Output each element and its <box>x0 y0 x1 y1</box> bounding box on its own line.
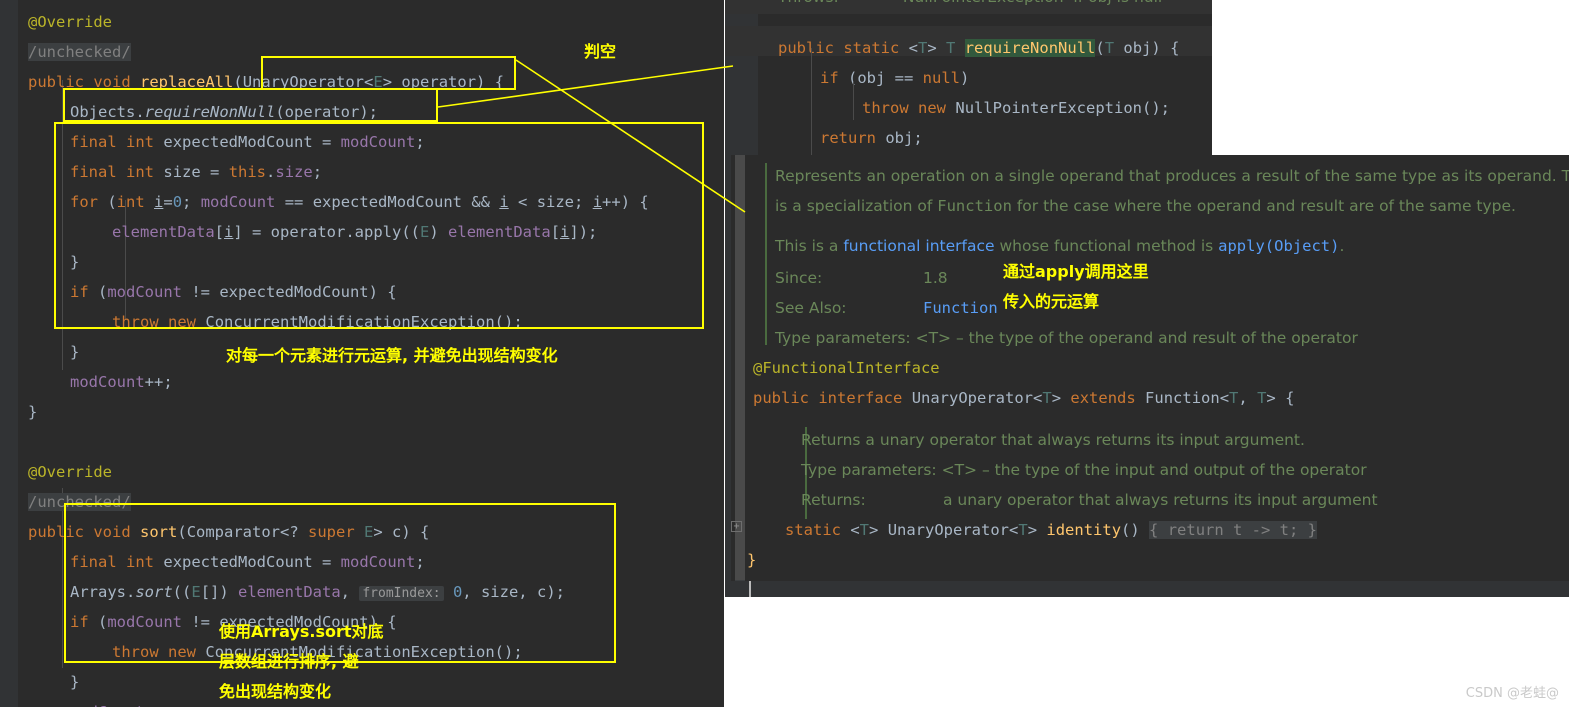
editor-gutter[interactable] <box>0 0 18 707</box>
throws-line: Throws: NullPointerException if obj is n… <box>778 0 1162 12</box>
code-line: modCount++; <box>70 697 173 707</box>
doc-text-post: . <box>1339 237 1345 255</box>
identity-declaration: static <T> UnaryOperator<T> identity() {… <box>785 521 1318 539</box>
doc-since-label: Since: <box>775 269 823 287</box>
fold-expand-icon[interactable]: + <box>731 521 742 532</box>
code-line: for (int i=0; modCount == expectedModCou… <box>70 193 649 211</box>
code-line: final int expectedModCount = modCount; <box>70 553 425 571</box>
doc-paragraph-1-line-2: is a specialization of Function for the … <box>775 191 1516 221</box>
doc-typeparams-label: Type parameters: <box>775 329 911 347</box>
code-line: throw new NullPointerException(); <box>862 99 1170 117</box>
code-line: public void sort(Comparator<? super E> c… <box>28 523 430 541</box>
annotation-text-pass-in-operator: 传入的元运算 <box>1003 292 1100 311</box>
doc-text: Represents an operation on a single oper… <box>731 155 1569 597</box>
code-line: final int expectedModCount = modCount; <box>70 133 425 151</box>
screenshot-root: @Override /unchecked/ public void replac… <box>0 0 1569 707</box>
code-line: Arrays.sort((E[]) elementData, fromIndex… <box>70 583 565 601</box>
code-line: return obj; <box>820 129 923 147</box>
indent-guide <box>811 48 812 155</box>
doc-typeparams: Type parameters: <T> – the type of the o… <box>775 323 1358 353</box>
annotation-text-layer-sort: 层数组进行排序, 避 <box>219 652 359 671</box>
doc-seealso-label: See Also: <box>775 299 847 317</box>
apply-object-link[interactable]: apply(Object) <box>1218 237 1339 255</box>
requirenonnull-code-popup[interactable]: Throws: NullPointerException if obj is n… <box>725 0 1212 155</box>
popup-code-text[interactable]: Throws: NullPointerException if obj is n… <box>725 0 1212 155</box>
code-line: if (obj == null) <box>820 69 970 87</box>
code-line: /unchecked/ <box>28 493 131 511</box>
doc-code-function: Function <box>937 197 1012 215</box>
interface-declaration: public interface UnaryOperator<T> extend… <box>753 389 1295 407</box>
doc-text-post: for the case where the operand and resul… <box>1011 197 1516 215</box>
annotation-text-each-element: 对每一个元素进行元运算, 并避免出现结构变化 <box>226 346 558 365</box>
code-line: @Override <box>28 463 112 481</box>
annotation-text-use-arrays-sort: 使用Arrays.sort对底 <box>219 622 384 641</box>
code-line: } <box>70 343 80 361</box>
code-line: Objects.requireNonNull(operator); <box>70 103 378 121</box>
doc-seealso-value[interactable]: Function <box>923 293 998 323</box>
identity-doc-returns-value: a unary operator that always returns its… <box>943 491 1378 509</box>
functional-interface-annotation: @FunctionalInterface <box>753 359 940 377</box>
doc-caret <box>749 581 751 597</box>
doc-paragraph-1-line-1: Represents an operation on a single oper… <box>775 167 1569 185</box>
annotation-text-apply-call: 通过apply调用这里 <box>1003 262 1149 281</box>
indent-guide <box>853 82 854 120</box>
interface-closing-brace: } <box>747 551 757 569</box>
param-hint: fromIndex: <box>359 586 444 601</box>
code-line: modCount++; <box>70 373 173 391</box>
javadoc-panel[interactable]: Represents an operation on a single oper… <box>725 155 1569 597</box>
code-line: elementData[i] = operator.apply((E) elem… <box>112 223 598 241</box>
functional-interface-link[interactable]: functional interface <box>843 237 994 255</box>
doc-typeparams-value: <T> – the type of the operand and result… <box>915 329 1358 347</box>
identity-doc-returns-label: Returns: <box>801 491 866 509</box>
code-line: /unchecked/ <box>28 43 131 61</box>
doc-text-pre: is a specialization of <box>775 197 938 215</box>
watermark: CSDN @老蛙@ <box>1465 686 1559 701</box>
doc-since-value: 1.8 <box>923 269 948 287</box>
code-line: @Override <box>28 13 112 31</box>
code-line: final int size = this.size; <box>70 163 323 181</box>
doc-bottom-strip <box>725 581 1569 597</box>
doc-text-pre: This is a <box>775 237 844 255</box>
doc-text-mid: whose functional method is <box>994 237 1219 255</box>
code-line: } <box>70 673 80 691</box>
doc-scrollbar-thumb[interactable] <box>735 155 745 580</box>
code-line: } <box>70 253 80 271</box>
annotation-text-avoid-structural-change: 免出现结构变化 <box>219 682 332 701</box>
doc-paragraph-2: This is a functional interface whose fun… <box>775 231 1344 261</box>
identity-doc-line-2: Type parameters: <T> – the type of the i… <box>801 461 1367 479</box>
annotation-text-null-check: 判空 <box>584 42 617 61</box>
code-line: if (modCount != expectedModCount) { <box>70 283 397 301</box>
code-line: } <box>28 403 38 421</box>
identity-body: { return t -> t; } <box>1149 521 1318 539</box>
code-line: public void replaceAll(UnaryOperator<E> … <box>28 73 505 91</box>
code-line: throw new ConcurrentModificationExceptio… <box>112 313 523 331</box>
popup-gutter[interactable] <box>725 0 758 155</box>
identity-doc-line-1: Returns a unary operator that always ret… <box>801 431 1305 449</box>
code-line: public static <T> T requireNonNull(T obj… <box>778 39 1180 57</box>
